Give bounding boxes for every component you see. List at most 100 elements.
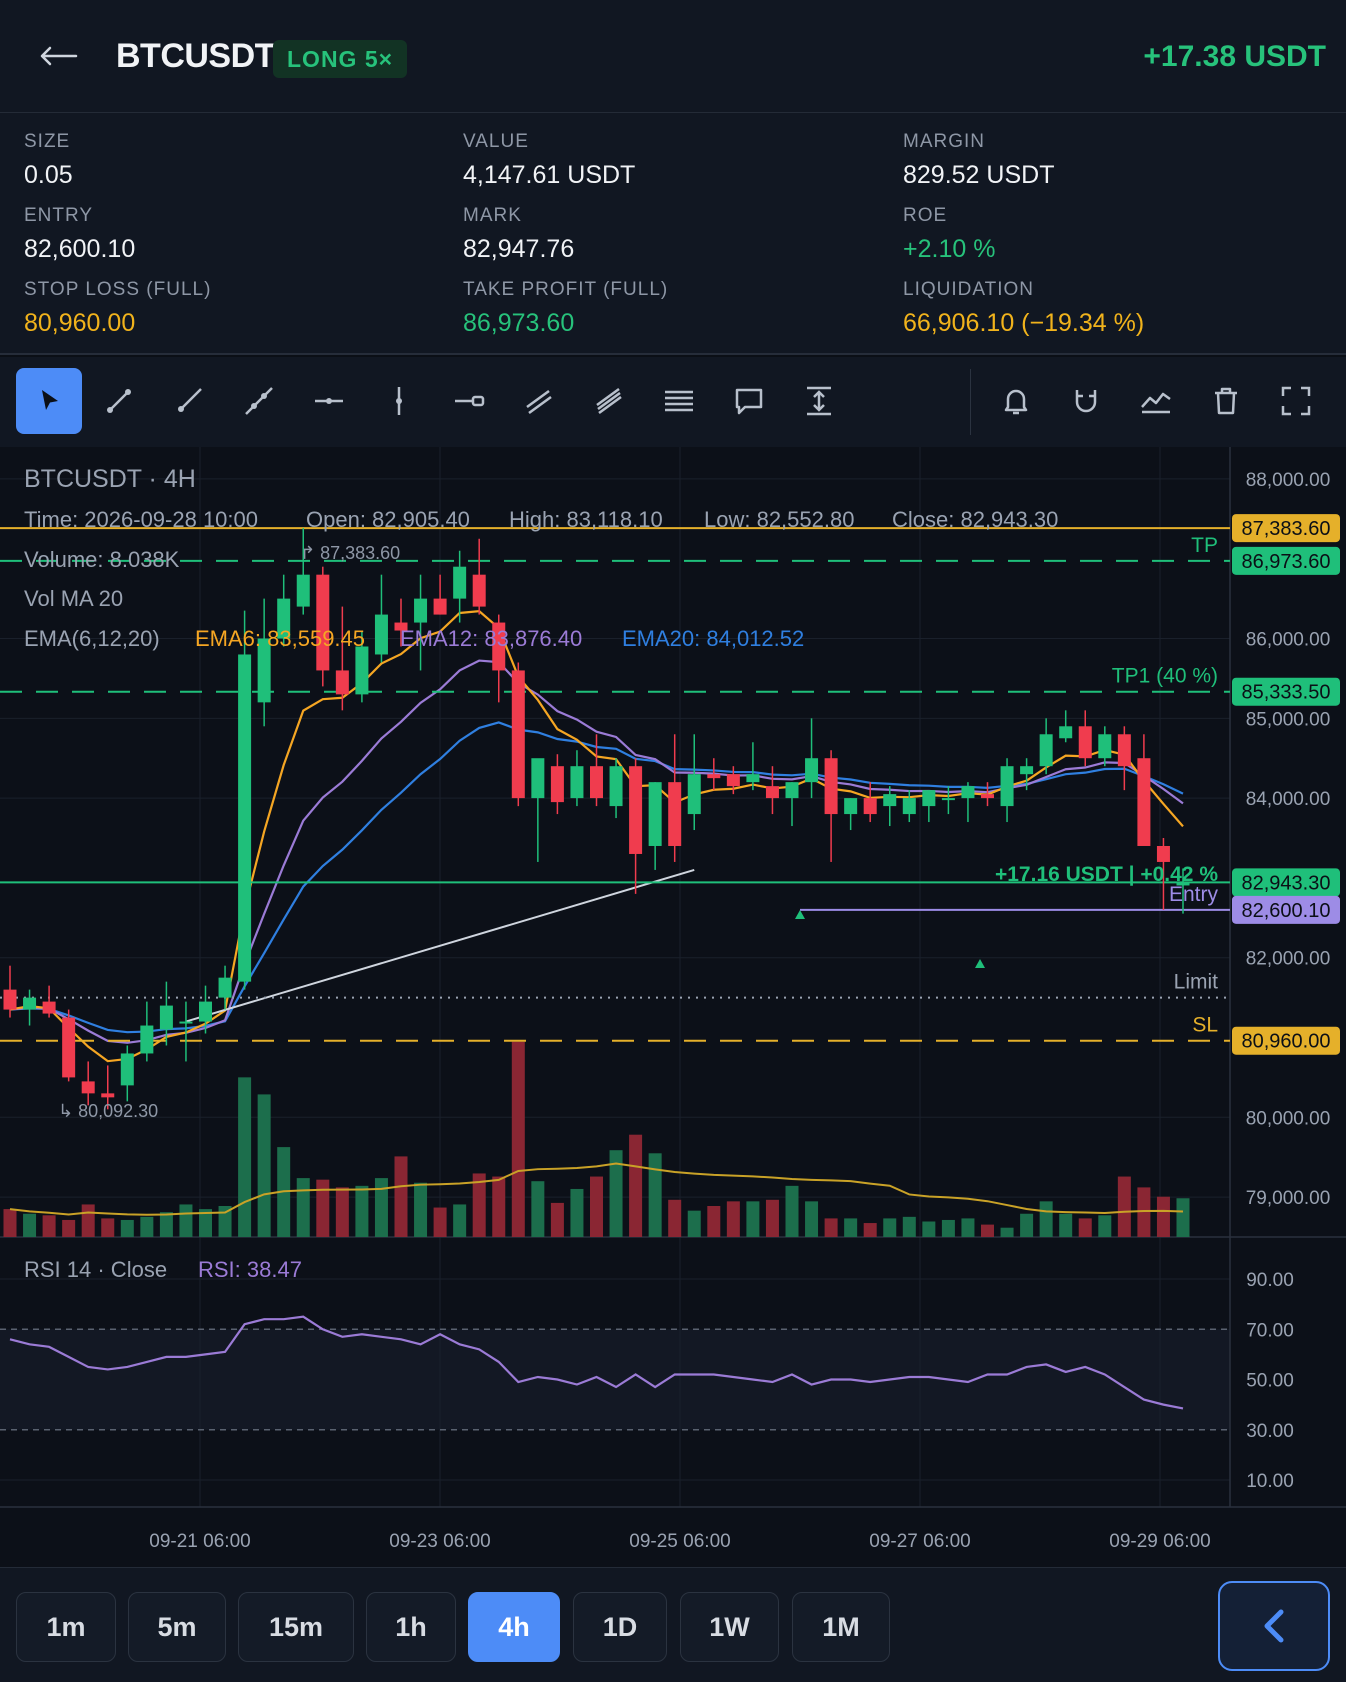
volume-bar [1156,1196,1170,1237]
rsi-band-fill [0,1329,1230,1430]
candle-body [62,1017,76,1078]
candle-body [648,782,662,846]
price-axis-tick: 86,000.00 [1246,630,1331,651]
toolbar-divider [970,369,971,435]
price-tag-label: 82,600.10 [1242,900,1331,922]
tool-indicators[interactable] [1123,368,1189,434]
timeframe-1mo[interactable]: 1M [792,1592,890,1662]
price-level-label: Entry [1169,883,1219,906]
candle-body [1020,766,1034,775]
stat-liquidation: LIQUIDATION 66,906.10 (−19.34 %) [903,279,1144,338]
stat-value: 86,973.60 [463,309,575,337]
candle-body [687,774,701,815]
candle-body [472,574,486,607]
candle-body [1098,734,1112,759]
volume-bar [257,1094,271,1237]
volume-bar [883,1218,897,1237]
tool-horizontal-ray[interactable] [436,368,502,434]
timeframe-1w[interactable]: 1W [680,1592,779,1662]
tool-vertical-line[interactable] [366,368,432,434]
legend-ema12: EMA12: 83,876.40 [400,626,582,651]
volume-bar [824,1218,838,1237]
rsi-axis-tick: 90.00 [1246,1270,1294,1291]
position-badge: LONG 5× [273,40,408,78]
tool-trend-line[interactable] [86,368,152,434]
candle-body [414,598,428,623]
volume-bar [531,1181,545,1237]
timeframe-1h[interactable]: 1h [366,1592,456,1662]
volume-bar [981,1224,994,1237]
timeframe-4h[interactable]: 4h [468,1592,560,1662]
candle-body [199,1001,212,1022]
back-button[interactable] [36,34,80,78]
legend-open: Open: 82,905.40 [306,507,470,532]
stat-value: 4,147.61 USDT [463,161,636,189]
price-chart[interactable]: 87,383.60 TP 86,973.60 TP1 (40 %) 85,333.50 8… [0,447,1346,1567]
volume-bar [42,1215,56,1237]
tool-cursor[interactable] [16,368,82,434]
volume-bar [81,1204,95,1237]
stat-mark: MARK 82,947.76 [463,205,574,264]
tool-alert[interactable] [983,368,1049,434]
time-axis-tick: 09-27 06:00 [869,1531,970,1552]
candle-body [159,1005,173,1030]
tool-fib-levels[interactable] [646,368,712,434]
tool-delete[interactable] [1193,368,1259,434]
drawing-toolbar [0,357,1346,447]
price-level-label: TP1 (40 %) [1112,665,1218,688]
candle-body [941,798,955,801]
callout-icon [735,388,763,415]
tool-price-range[interactable] [786,368,852,434]
arrow-left-icon [40,46,78,66]
collapse-button[interactable] [1218,1581,1330,1671]
stat-value: 829.52 USDT [903,161,1055,189]
volume-bar [961,1218,975,1237]
timeframe-5m[interactable]: 5m [128,1592,226,1662]
horizontal-line-icon [315,398,343,404]
position-stats: SIZE 0.05 VALUE 4,147.61 USDT MARGIN 829… [0,113,1346,355]
stat-value: +2.10 % [903,235,996,263]
timeframe-1d[interactable]: 1D [573,1592,667,1662]
volume-bar [1117,1176,1131,1237]
rsi-value: RSI: 38.47 [198,1257,302,1282]
tool-extended-line[interactable] [226,368,292,434]
tool-magnet[interactable] [1053,368,1119,434]
timeframe-1m[interactable]: 1m [16,1592,116,1662]
legend-close: Close: 82,943.30 [892,507,1058,532]
volume-bar [1078,1218,1092,1237]
volume-bar [296,1178,310,1237]
candle-body [590,766,603,799]
tool-callout[interactable] [716,368,782,434]
tool-parallel-channel[interactable] [506,368,572,434]
tool-regression-channel[interactable] [576,368,642,434]
price-tag-label: 82,943.30 [1242,872,1331,894]
rsi-label: RSI 14 · Close [24,1257,167,1282]
volume-bar [765,1199,779,1237]
stat-value: 0.05 [24,161,73,189]
candle-body [981,794,994,799]
stat-stop-loss: STOP LOSS (FULL) 80,960.00 [24,279,211,338]
volume-bar [62,1219,76,1237]
chart-canvas[interactable]: 87,383.60 TP 86,973.60 TP1 (40 %) 85,333.50 8… [0,447,1346,1567]
magnet-icon [1075,390,1097,413]
rsi-axis-tick: 30.00 [1246,1421,1294,1442]
chevron-left-icon [1264,1609,1284,1643]
candle-body [863,798,877,815]
tool-ray[interactable] [156,368,222,434]
candle-body [550,766,564,803]
candle-body [1059,726,1073,739]
price-tag-label: 85,333.50 [1242,682,1331,704]
legend-ema-label: EMA(6,12,20) [24,626,160,651]
tool-horizontal-line[interactable] [296,368,362,434]
candle-body [785,782,799,799]
price-level-label: TP [1191,534,1218,557]
candle-body [844,798,858,815]
volume-bar [902,1216,916,1237]
candle-body [3,989,17,1010]
timeframe-15m[interactable]: 15m [238,1592,354,1662]
tool-fullscreen[interactable] [1263,368,1329,434]
time-axis-tick: 09-21 06:00 [149,1531,250,1552]
candle-body [707,774,721,779]
volume-bar [1059,1213,1073,1237]
stat-size: SIZE 0.05 [24,131,73,190]
